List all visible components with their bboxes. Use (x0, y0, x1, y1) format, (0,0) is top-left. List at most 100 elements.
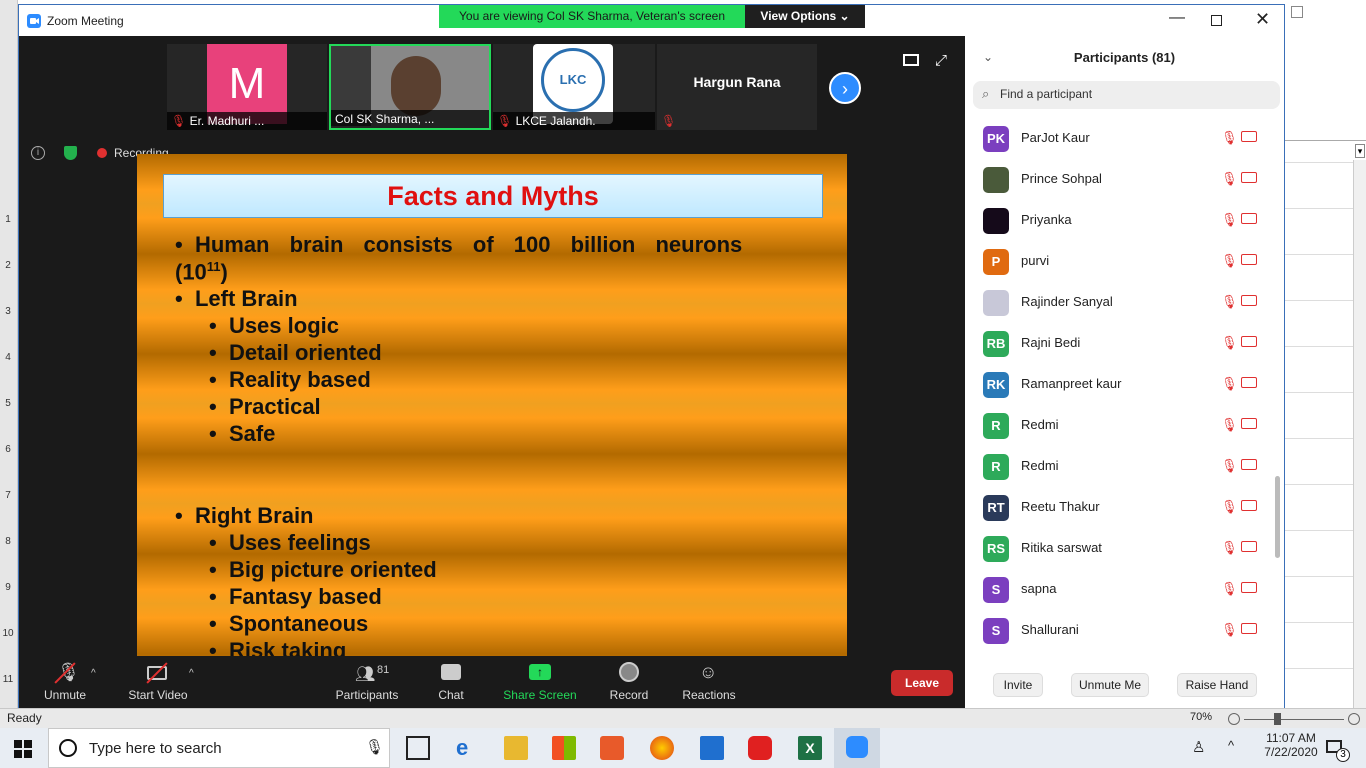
chat-icon (441, 664, 461, 680)
firefox-icon[interactable] (650, 736, 674, 760)
lkc-logo-text: LKC (541, 48, 605, 112)
participant-row[interactable]: Rajinder Sanyal 🎙︎ (965, 282, 1265, 323)
zoom-slider[interactable] (1244, 719, 1344, 720)
excel-scrollbar[interactable] (1353, 160, 1366, 708)
video-options-chevron-icon[interactable]: ^ (189, 668, 194, 679)
participant-name: Hargun Rana (693, 74, 781, 90)
video-off-icon (1241, 377, 1257, 388)
thumbnail-hargun[interactable]: Hargun Rana 🎙︎ (657, 44, 817, 130)
participant-row[interactable]: RB Rajni Bedi 🎙︎ (965, 323, 1265, 364)
excel-icon[interactable]: X (798, 736, 822, 760)
unmute-button[interactable]: 🎙︎ Unmute (33, 656, 97, 708)
notifications-icon[interactable]: 3 (1326, 740, 1350, 762)
zoom-slider-thumb[interactable] (1274, 713, 1281, 725)
slide-bullet: • Reality based (209, 367, 371, 392)
raise-hand-button[interactable]: Raise Hand (1177, 673, 1257, 697)
thumbnail-label: LKCE Jalandh. (515, 114, 596, 128)
shield-icon[interactable] (64, 146, 77, 160)
record-icon (619, 662, 639, 682)
panel-title: Participants (81) (1073, 50, 1176, 65)
title-bar: Zoom Meeting You are viewing Col SK Shar… (19, 5, 1284, 36)
clock-time: 11:07 AM (1266, 731, 1316, 745)
participant-name: Ramanpreet kaur (1021, 376, 1122, 391)
participants-button[interactable]: 👥︎ 81 Participants (331, 656, 403, 708)
zoom-taskbar-item[interactable] (834, 728, 880, 768)
video-off-icon (1241, 418, 1257, 429)
excel-dropdown-icon[interactable]: ▾ (1355, 144, 1365, 158)
slide-bullet: • Practical (209, 394, 321, 419)
participant-row[interactable]: RK Ramanpreet kaur 🎙︎ (965, 364, 1265, 405)
task-view-icon[interactable] (406, 736, 430, 760)
avatar: P (983, 249, 1009, 275)
slide-bullet: • Fantasy based (209, 584, 382, 609)
people-icon[interactable]: ♙ (1192, 738, 1205, 756)
windows-start-icon[interactable] (14, 740, 32, 758)
zoom-out-icon[interactable] (1228, 713, 1240, 725)
participant-row[interactable]: R Redmi 🎙︎ (965, 405, 1265, 446)
avatar (983, 167, 1009, 193)
next-page-icon[interactable]: › (829, 72, 861, 104)
slide-line-neurons: • Human brain consists of 100 billion ne… (175, 232, 743, 257)
row-number: 11 (2, 674, 14, 685)
row-number: 5 (5, 398, 11, 409)
row-number: 10 (2, 628, 14, 639)
video-off-icon (1241, 500, 1257, 511)
thumbnail-madhuri[interactable]: M 🎙︎ Er. Madhuri ... (167, 44, 327, 130)
close-icon[interactable]: ✕ (1255, 9, 1270, 30)
panel-scrollbar[interactable] (1275, 476, 1280, 558)
thumbnail-lkce[interactable]: LKC 🎙︎ LKCE Jalandh. (493, 44, 655, 130)
youtube-icon[interactable] (748, 736, 772, 760)
mail-icon[interactable] (700, 736, 724, 760)
participant-row[interactable]: Ppurvi 🎙︎ (965, 241, 1265, 282)
audio-options-chevron-icon[interactable]: ^ (91, 668, 96, 679)
participant-row[interactable]: S Shallurani 🎙︎ (965, 610, 1265, 651)
maximize-icon[interactable] (1211, 15, 1222, 26)
leave-button[interactable]: Leave (891, 670, 953, 696)
participant-search-field[interactable]: ⌕ Find a participant (973, 81, 1280, 109)
avatar: S (983, 577, 1009, 603)
participant-row[interactable]: PK ParJot Kaur 🎙︎ (965, 118, 1265, 159)
participant-row[interactable]: RS Ritika sarswat 🎙︎ (965, 528, 1265, 569)
muted-mic-icon: 🎙︎ (1221, 171, 1238, 186)
start-video-button[interactable]: Start Video (121, 656, 195, 708)
view-layout-icon[interactable] (903, 54, 919, 66)
participants-panel: ⌄ Participants (81) ⌕ Find a participant… (965, 36, 1284, 708)
muted-mic-icon: 🎙︎ (1221, 212, 1238, 227)
muted-mic-icon: 🎙︎ (661, 114, 677, 128)
invite-button[interactable]: Invite (993, 673, 1043, 697)
file-explorer-icon[interactable] (504, 736, 528, 760)
edge-icon[interactable]: e (456, 736, 480, 760)
taskbar-search-box[interactable]: Type here to search 🎙︎ (48, 728, 390, 768)
row-number: 1 (5, 214, 11, 225)
view-options-label: View Options (760, 9, 837, 23)
participant-row[interactable]: RT Reetu Thakur 🎙︎ (965, 487, 1265, 528)
info-icon[interactable]: i (31, 146, 45, 160)
participant-row[interactable]: R Redmi 🎙︎ (965, 446, 1265, 487)
excel-status-bar: Ready 70% (0, 708, 1366, 728)
participant-row[interactable]: Prince Sohpal 🎙︎ (965, 159, 1265, 200)
participant-row[interactable]: Priyanka 🎙︎ (965, 200, 1265, 241)
participant-row[interactable]: Ssapna 🎙︎ (965, 569, 1265, 610)
store-icon[interactable] (552, 736, 576, 760)
reactions-button[interactable]: ☺ Reactions (679, 656, 739, 708)
muted-mic-icon: 🎙︎ (1221, 458, 1238, 473)
participant-name: Rajni Bedi (1021, 335, 1081, 350)
avatar (983, 208, 1009, 234)
share-screen-button[interactable]: ↑ Share Screen (503, 656, 577, 708)
participants-icon: 👥︎ (355, 666, 376, 683)
participant-name: Ritika sarswat (1021, 540, 1102, 555)
show-hidden-icons-chevron-icon[interactable]: ^ (1228, 738, 1234, 753)
excel-restore-icon[interactable] (1291, 6, 1303, 18)
view-options-button[interactable]: View Options ⌄ (745, 5, 865, 28)
video-off-icon (1241, 582, 1257, 593)
thumbnail-sk-sharma[interactable]: Col SK Sharma, ... (329, 44, 491, 130)
clock[interactable]: 11:07 AM 7/22/2020 (1256, 731, 1326, 759)
zoom-in-icon[interactable] (1348, 713, 1360, 725)
row-number: 3 (5, 306, 11, 317)
fullscreen-icon[interactable]: ⤢ (935, 52, 947, 69)
chat-button[interactable]: Chat (427, 656, 475, 708)
media-player-icon[interactable] (600, 736, 624, 760)
unmute-me-button[interactable]: Unmute Me (1071, 673, 1149, 697)
minimize-icon[interactable]: — (1169, 9, 1185, 27)
record-button[interactable]: Record (605, 656, 653, 708)
